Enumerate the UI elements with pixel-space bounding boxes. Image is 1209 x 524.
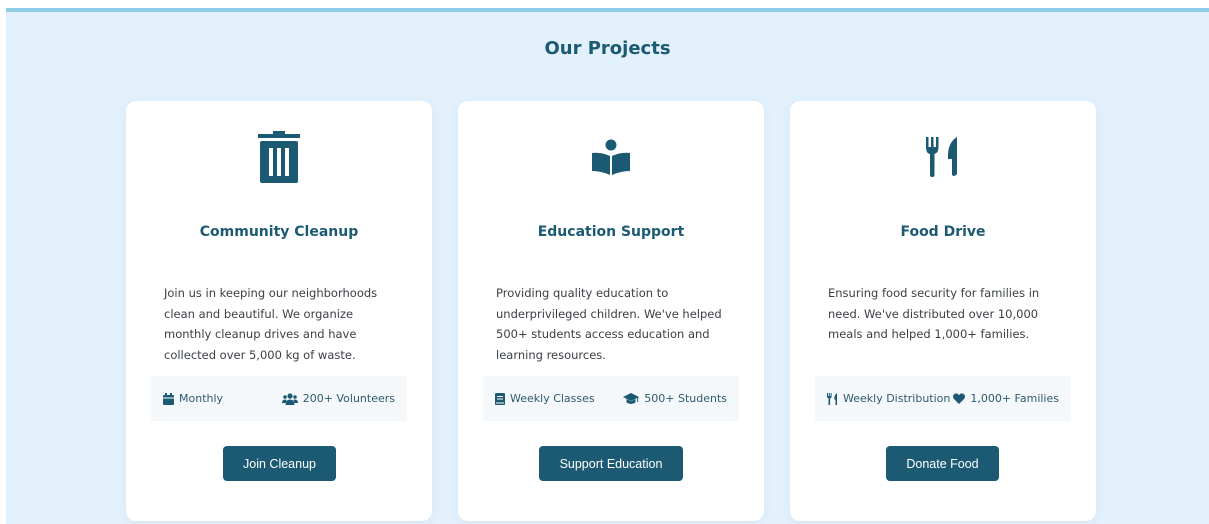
calendar-icon (163, 392, 174, 405)
users-icon (281, 392, 298, 405)
meta-label: 500+ Students (644, 392, 727, 405)
project-meta: Weekly Classes 500+ Students (483, 376, 739, 421)
project-title: Community Cleanup (199, 224, 359, 240)
meta-label: Weekly Classes (510, 392, 595, 405)
project-description: Join us in keeping our neighborhoods cle… (164, 286, 378, 362)
book-reader-icon (458, 129, 764, 185)
donate-food-button[interactable]: Donate Food (886, 446, 999, 481)
meta-label: 1,000+ Families (970, 392, 1059, 405)
section-title: Our Projects (544, 38, 671, 59)
support-education-button[interactable]: Support Education (539, 446, 683, 481)
project-description: Ensuring food security for families in n… (828, 286, 1040, 341)
trash-icon (126, 129, 432, 185)
graduation-cap-icon (623, 392, 640, 404)
meta-label: Monthly (179, 392, 224, 405)
meta-students: 500+ Students (623, 392, 727, 405)
utensils-icon (790, 129, 1096, 185)
meta-frequency: Monthly (163, 392, 223, 405)
project-card-education-support: Education Support Providing quality educ… (458, 101, 764, 521)
book-icon (495, 392, 505, 405)
meta-frequency: Weekly Classes (495, 392, 595, 405)
project-meta: Weekly Distribution 1,000+ Families (815, 376, 1071, 421)
meta-label: Weekly Distribution (843, 392, 951, 405)
heart-icon (953, 393, 966, 404)
project-title: Food Drive (900, 224, 986, 240)
project-meta: Monthly 200+ Volunteers (151, 376, 407, 421)
meta-volunteers: 200+ Volunteers (281, 392, 395, 405)
meta-families: 1,000+ Families (953, 392, 1059, 405)
join-cleanup-button[interactable]: Join Cleanup (223, 446, 336, 481)
project-title: Education Support (537, 224, 685, 240)
projects-section: Our Projects Community Cleanup Join us i… (6, 8, 1209, 524)
utensils-icon (827, 392, 837, 405)
meta-label: 200+ Volunteers (302, 392, 395, 405)
meta-frequency: Weekly Distribution (827, 392, 950, 405)
project-card-food-drive: Food Drive Ensuring food security for fa… (790, 101, 1096, 521)
project-card-community-cleanup: Community Cleanup Join us in keeping our… (126, 101, 432, 521)
project-description: Providing quality education to underpriv… (496, 286, 722, 362)
